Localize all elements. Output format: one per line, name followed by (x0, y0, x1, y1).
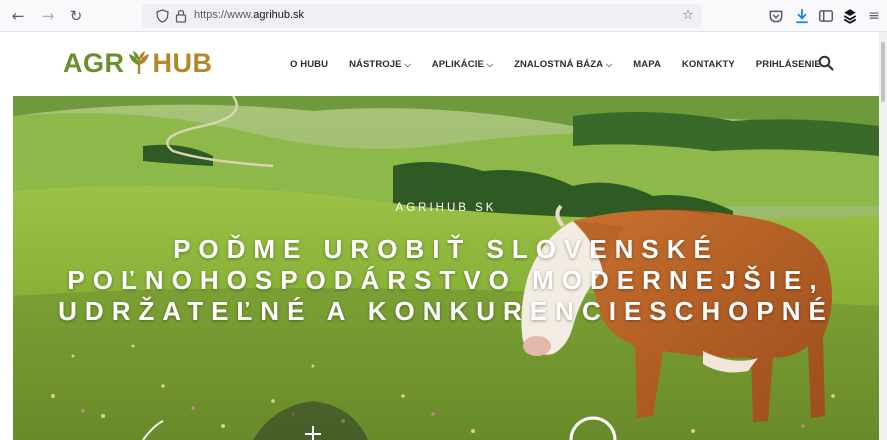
browser-toolbar: ← → ↻ https://www.agrihub.sk ☆ ≡ (0, 0, 887, 32)
sidebar-icon[interactable] (818, 8, 834, 24)
headline-line-3: UDRŽATEĽNÉ A KONKURENCIESCHOPNÉ (58, 296, 834, 326)
hero-banner: AGRIHUB SK POĎME UROBIŤ SLOVENSKÉ POĽNOH… (13, 96, 879, 440)
search-icon[interactable] (818, 55, 834, 71)
extension-icon[interactable] (842, 8, 858, 24)
nav-item-o-hubu[interactable]: O HUBU (290, 59, 328, 70)
nav-item-nastroje[interactable]: NÁSTROJE ⌵ (349, 59, 411, 70)
url-prefix: https://www. (194, 9, 254, 21)
lock-icon[interactable] (175, 9, 187, 23)
logo-text-hub: HUB (152, 48, 213, 78)
nav-item-znalostna-baza[interactable]: ZNALOSTNÁ BÁZA ⌵ (514, 59, 612, 70)
nav-label: APLIKÁCIE (431, 59, 484, 70)
logo-text-agr: AGR (63, 48, 125, 78)
nav-label: NÁSTROJE (349, 59, 402, 70)
address-bar[interactable]: https://www.agrihub.sk ☆ (142, 4, 702, 28)
star-icon[interactable]: ☆ (680, 8, 696, 24)
site-header: AGR HUB O HUBU NÁSTROJE ⌵ APLIKÁCIE ⌵ ZNAL… (0, 32, 887, 96)
headline-line-2: POĽNOHOSPODÁRSTVO MODERNEJŠIE, (67, 265, 825, 295)
hamburger-menu-icon[interactable]: ≡ (866, 8, 882, 24)
url-domain: agrihub.sk (253, 9, 305, 21)
nav-item-kontakty[interactable]: KONTAKTY (682, 59, 735, 70)
nav-label: O HUBU (290, 59, 329, 70)
url-text[interactable]: https://www.agrihub.sk (194, 9, 304, 21)
nav-label: ZNALOSTNÁ BÁZA (514, 59, 604, 70)
wheat-icon (128, 51, 149, 74)
nav-item-prihlasenie[interactable]: PRIHLÁSENIE (756, 59, 821, 70)
chevron-down-icon: ⌵ (606, 60, 613, 69)
forward-icon[interactable]: → (40, 8, 56, 24)
chevron-down-icon: ⌵ (404, 60, 411, 69)
hero-headline: POĎME UROBIŤ SLOVENSKÉ POĽNOHOSPODÁRSTVO… (13, 234, 879, 327)
nav-label: MAPA (633, 59, 661, 70)
shield-icon[interactable] (156, 9, 169, 23)
back-icon[interactable]: ← (10, 8, 26, 24)
main-navigation: O HUBU NÁSTROJE ⌵ APLIKÁCIE ⌵ ZNALOSTNÁ BÁ… (290, 59, 842, 70)
headline-line-1: POĎME UROBIŤ SLOVENSKÉ (173, 234, 719, 264)
hero-kicker: AGRIHUB SK (395, 202, 497, 214)
page-scrollbar[interactable] (879, 32, 887, 440)
download-icon[interactable] (794, 8, 810, 24)
scroll-thumb[interactable] (881, 42, 885, 102)
pocket-icon[interactable] (768, 8, 784, 24)
nav-item-aplikacie[interactable]: APLIKÁCIE ⌵ (432, 59, 493, 70)
reload-icon[interactable]: ↻ (68, 8, 84, 24)
nav-label: KONTAKTY (681, 59, 735, 70)
nav-label: PRIHLÁSENIE (755, 59, 821, 70)
nav-item-mapa[interactable]: MAPA (633, 59, 661, 70)
agrihub-logo[interactable]: AGR HUB (63, 48, 213, 78)
chevron-down-icon: ⌵ (486, 60, 494, 69)
